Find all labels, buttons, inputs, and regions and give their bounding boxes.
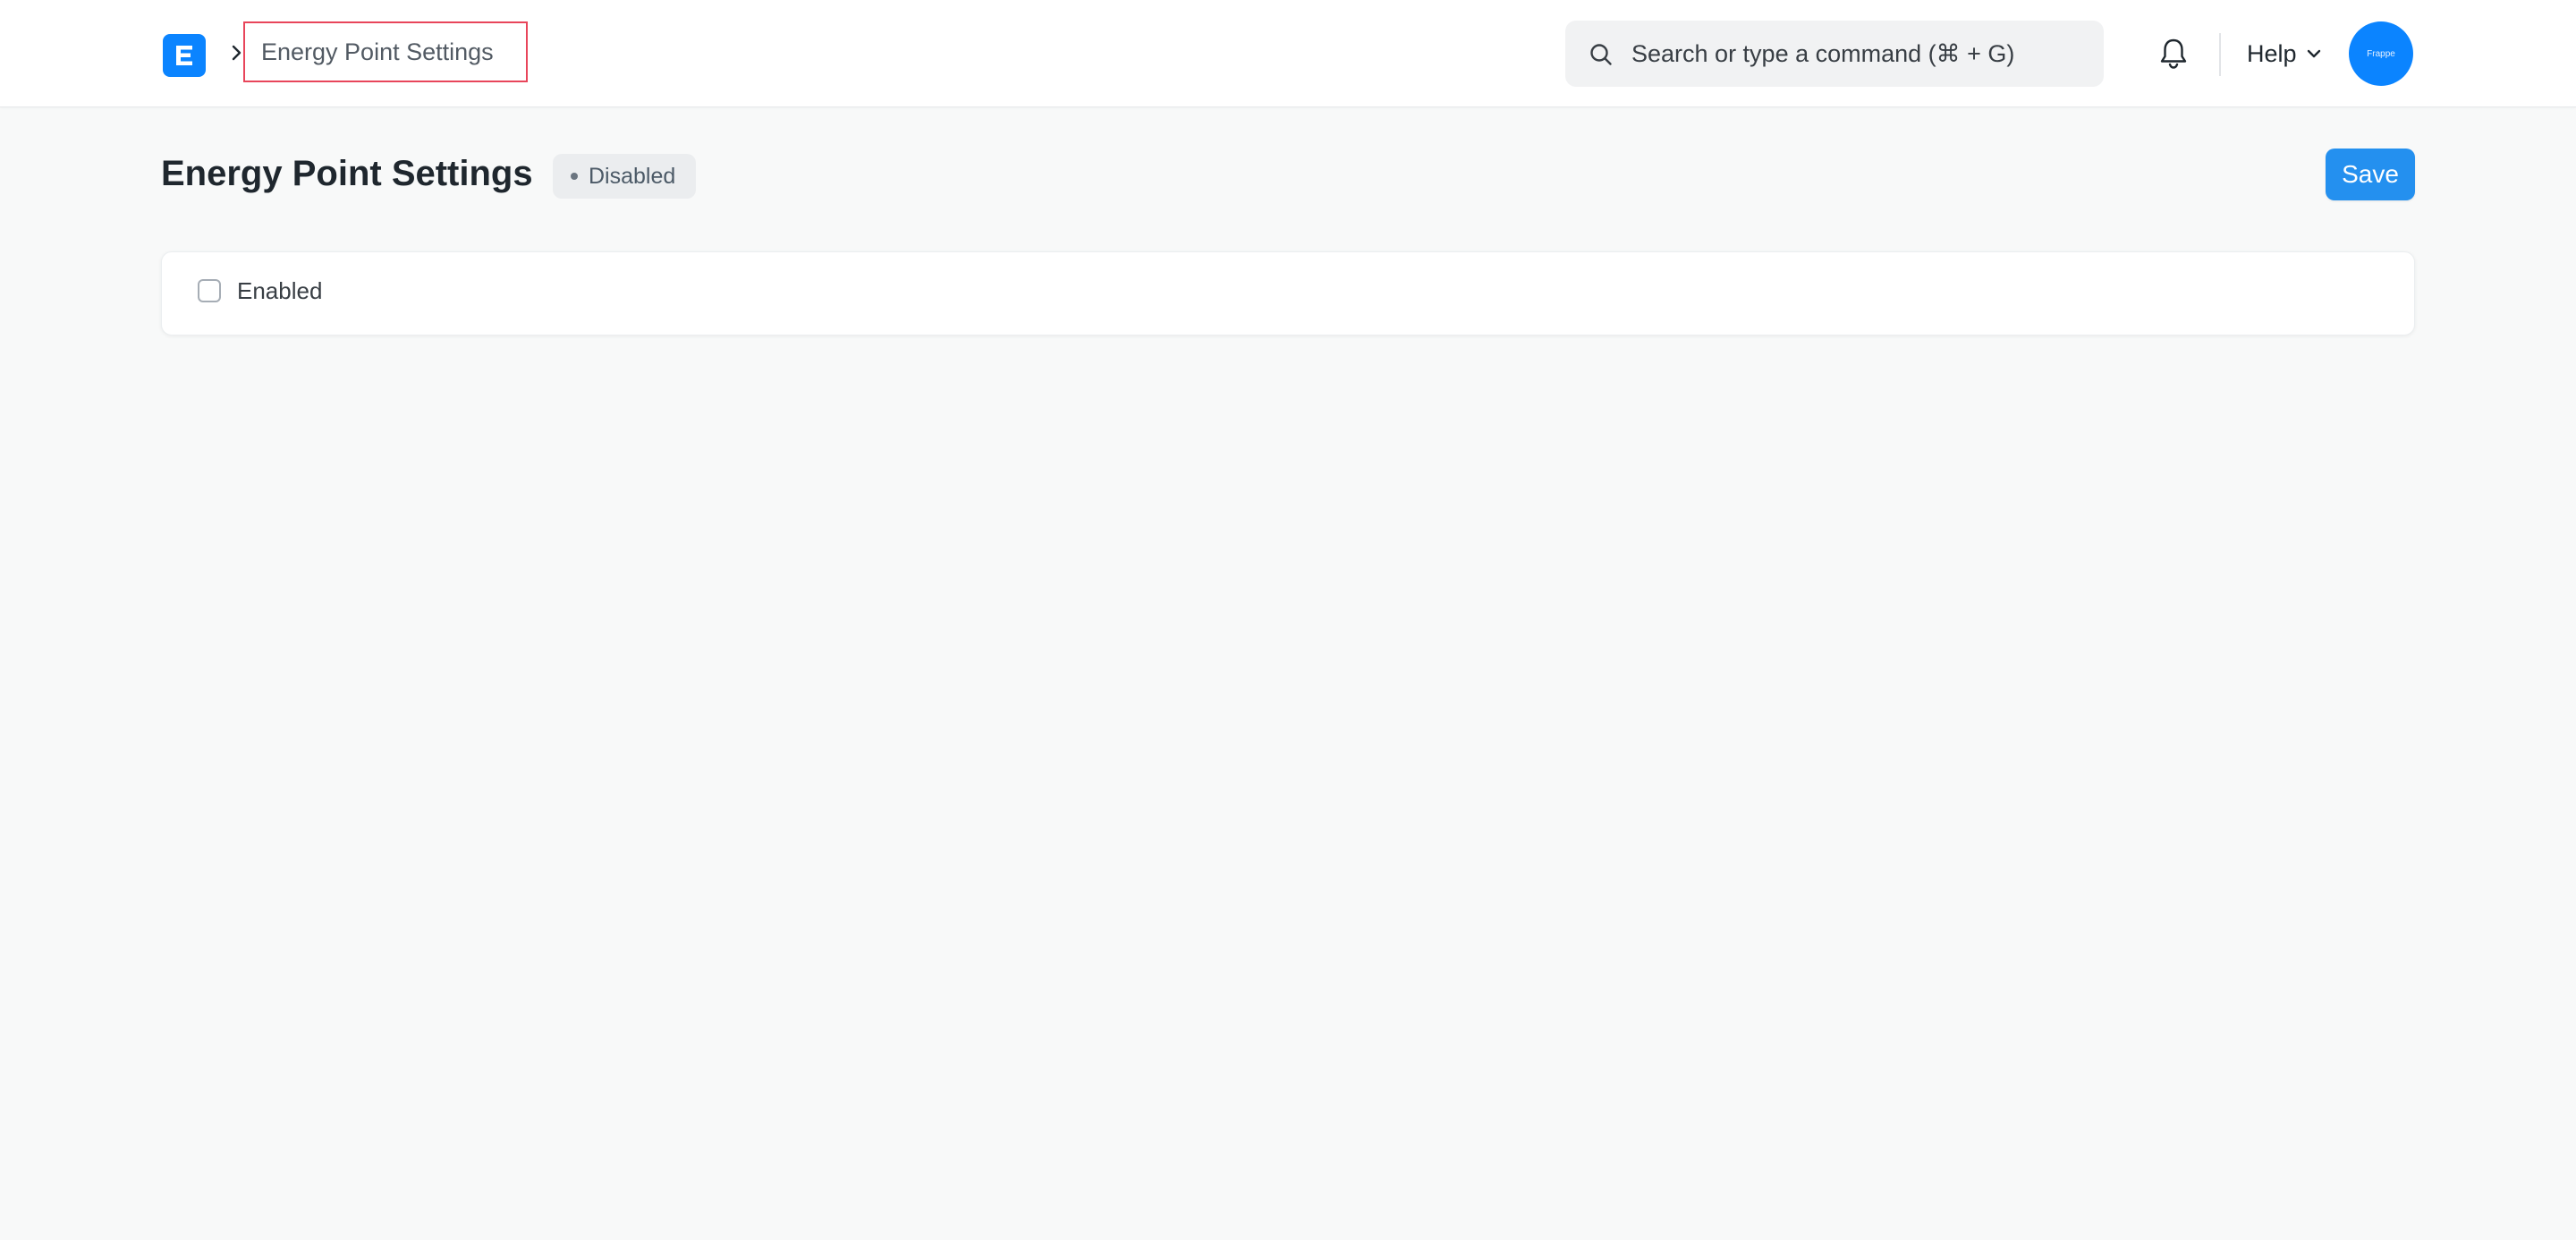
status-dot	[571, 173, 578, 180]
search-input[interactable]	[1630, 21, 2095, 87]
breadcrumb-label: Energy Point Settings	[261, 38, 494, 65]
app-logo[interactable]	[163, 34, 206, 77]
breadcrumb-energy-point-settings[interactable]: Energy Point Settings	[243, 21, 528, 82]
app-logo-icon	[176, 46, 192, 65]
status-badge: Disabled	[553, 154, 696, 199]
search-icon	[1590, 44, 1612, 65]
avatar-text: Frappe	[2367, 48, 2395, 59]
search-bar[interactable]	[1565, 21, 2104, 87]
navbar-divider	[2219, 33, 2221, 76]
bell-icon[interactable]	[2156, 36, 2191, 72]
enabled-checkbox[interactable]	[198, 279, 221, 302]
enabled-label[interactable]: Enabled	[237, 277, 322, 304]
chevron-down-icon	[2307, 49, 2320, 58]
help-dropdown[interactable]: Help	[2247, 36, 2322, 72]
status-label: Disabled	[589, 163, 676, 189]
help-label: Help	[2247, 39, 2297, 67]
save-button[interactable]: Save	[2326, 149, 2415, 200]
form-card: Enabled	[161, 251, 2415, 335]
avatar[interactable]: Frappe	[2349, 21, 2413, 86]
navbar: Energy Point Settings Help Frappe	[0, 0, 2576, 107]
page-title: Energy Point Settings	[161, 154, 533, 193]
